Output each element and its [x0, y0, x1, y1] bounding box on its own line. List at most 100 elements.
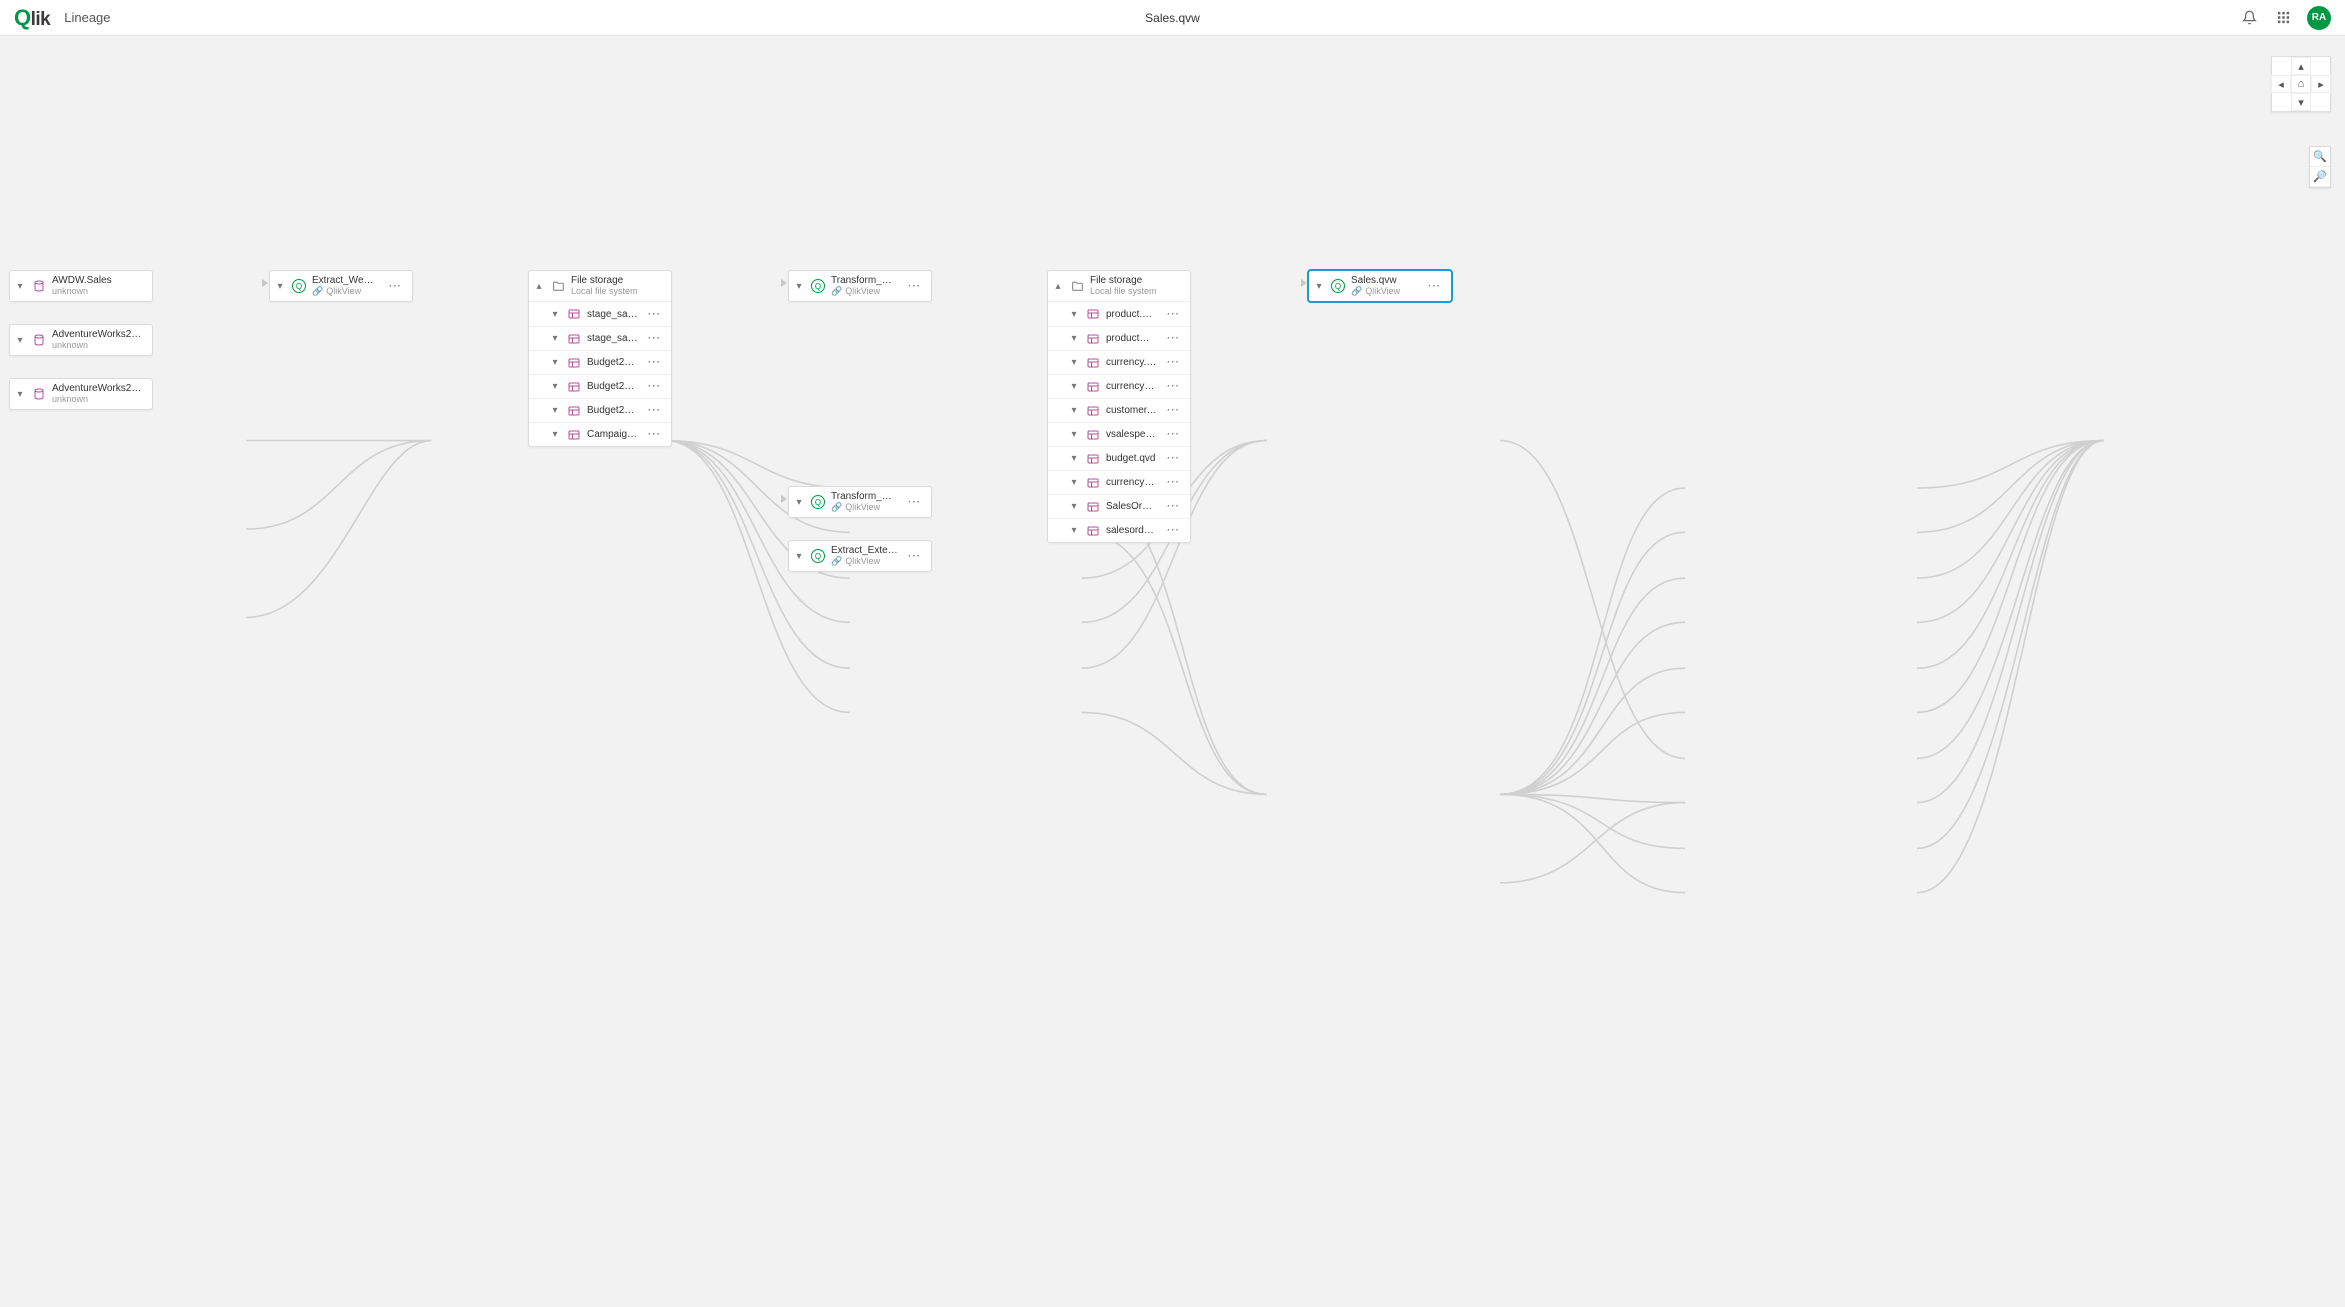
expand-toggle[interactable]: ▾ [1313, 280, 1325, 292]
more-button[interactable]: ··· [1163, 405, 1184, 416]
storage-child-row[interactable]: ▾customer.qvd··· [1048, 398, 1190, 422]
more-button[interactable]: ··· [1163, 477, 1184, 488]
source-node[interactable]: ▾ AdventureWorks2017.Sales unknown [9, 324, 153, 356]
more-button[interactable]: ··· [644, 309, 665, 320]
pan-left-button[interactable]: ◂ [2271, 75, 2291, 93]
storage-child-row[interactable]: ▾ currencyrate.qvd ··· [1048, 470, 1190, 494]
more-button[interactable]: ··· [1163, 501, 1184, 512]
pan-home-button[interactable]: ⌂ [2291, 75, 2311, 93]
storage-child-row[interactable]: ▾currencyrate.qvd··· [1048, 374, 1190, 398]
node-title: File storage [571, 275, 665, 286]
dataset-icon [1086, 307, 1100, 321]
storage-child-row[interactable]: ▾ Budget2013.xlsx ··· [529, 374, 671, 398]
expand-toggle[interactable]: ▾ [1068, 429, 1080, 441]
grid-icon[interactable] [2273, 8, 2293, 28]
app-node[interactable]: ▾ Q Extract_Weekly.qvw 🔗QlikView ··· [269, 270, 413, 302]
target-node[interactable]: ▾ Q Sales.qvw 🔗QlikView ··· [1308, 270, 1452, 302]
expand-toggle[interactable]: ▾ [1068, 357, 1080, 369]
dataset-icon [1086, 356, 1100, 370]
expand-toggle[interactable]: ▾ [793, 550, 805, 562]
storage-child-row[interactable]: ▾stage_salesorderhead…··· [529, 326, 671, 350]
expand-toggle[interactable]: ▾ [549, 429, 561, 441]
expand-toggle[interactable]: ▾ [14, 388, 26, 400]
more-button[interactable]: ··· [1163, 381, 1184, 392]
expand-toggle[interactable]: ▾ [14, 280, 26, 292]
more-button[interactable]: ··· [1163, 309, 1184, 320]
child-label: SalesOrderDetail_202… [1106, 501, 1157, 512]
expand-toggle[interactable]: ▾ [793, 496, 805, 508]
storage-child-row[interactable]: ▾product.qvd··· [1048, 302, 1190, 326]
storage-child-row[interactable]: ▾salesorderdetail.qvd··· [1048, 518, 1190, 542]
qlik-app-icon: Q [811, 495, 825, 509]
more-button[interactable]: ··· [644, 357, 665, 368]
expand-toggle[interactable]: ▾ [549, 405, 561, 417]
pan-down-button[interactable]: ▾ [2291, 93, 2311, 111]
collapse-toggle[interactable]: ▴ [1052, 280, 1064, 292]
storage-child-row[interactable]: ▾vsalesperson.qvd··· [1048, 422, 1190, 446]
child-label: budget.qvd [1106, 453, 1157, 464]
more-button[interactable]: ··· [904, 281, 925, 292]
expand-toggle[interactable]: ▾ [1068, 405, 1080, 417]
more-button[interactable]: ··· [1163, 453, 1184, 464]
qlik-app-icon: Q [1331, 279, 1345, 293]
more-button[interactable]: ··· [1163, 333, 1184, 344]
app-node[interactable]: ▾ Q Transform_Sales.qvw 🔗QlikView ··· [788, 486, 932, 518]
more-button[interactable]: ··· [644, 381, 665, 392]
storage-node[interactable]: ▴ File storage Local file system ▾produc… [1047, 270, 1191, 543]
node-subtitle: 🔗QlikView [831, 502, 898, 513]
expand-toggle[interactable]: ▾ [1068, 308, 1080, 320]
expand-toggle[interactable]: ▾ [549, 308, 561, 320]
expand-toggle[interactable]: ▾ [1068, 525, 1080, 537]
storage-child-row[interactable]: ▾productmodel.qvd··· [1048, 326, 1190, 350]
dataset-icon [1086, 452, 1100, 466]
more-button[interactable]: ··· [1163, 525, 1184, 536]
storage-child-row[interactable]: ▾ budget.qvd ··· [1048, 446, 1190, 470]
storage-child-row[interactable]: ▾Budget2014.xlsx··· [529, 398, 671, 422]
expand-toggle[interactable]: ▾ [549, 381, 561, 393]
more-button[interactable]: ··· [1163, 357, 1184, 368]
pan-right-button[interactable]: ▸ [2311, 75, 2331, 93]
expand-toggle[interactable]: ▾ [793, 280, 805, 292]
dataset-icon [1086, 332, 1100, 346]
storage-child-row[interactable]: ▾stage_salesorderdetail…··· [529, 302, 671, 326]
avatar[interactable]: RA [2307, 6, 2331, 30]
dataset-icon [567, 332, 581, 346]
child-label: Budget2013.xlsx [587, 381, 638, 392]
expand-toggle[interactable]: ▾ [1068, 333, 1080, 345]
lineage-canvas[interactable]: ▴ ◂ ⌂ ▸ ▾ 🔍 🔎 [0, 36, 2345, 1307]
zoom-in-button[interactable]: 🔍 [2310, 147, 2330, 167]
app-node[interactable]: ▾ Q Transform_Budget.qvw 🔗QlikView ··· [788, 270, 932, 302]
expand-toggle[interactable]: ▾ [1068, 453, 1080, 465]
storage-child-row[interactable]: ▾Campaign.xlsx··· [529, 422, 671, 446]
more-button[interactable]: ··· [644, 405, 665, 416]
storage-node[interactable]: ▴ File storage Local file system ▾stage_… [528, 270, 672, 447]
pan-up-button[interactable]: ▴ [2291, 57, 2311, 75]
expand-toggle[interactable]: ▾ [1068, 381, 1080, 393]
more-button[interactable]: ··· [644, 333, 665, 344]
more-button[interactable]: ··· [644, 429, 665, 440]
node-subtitle: Local file system [1090, 286, 1184, 297]
expand-toggle[interactable]: ▾ [549, 357, 561, 369]
collapse-toggle[interactable]: ▴ [533, 280, 545, 292]
lineage-links [0, 36, 2345, 1307]
expand-toggle[interactable]: ▾ [1068, 501, 1080, 513]
bell-icon[interactable] [2239, 8, 2259, 28]
expand-toggle[interactable]: ▾ [14, 334, 26, 346]
node-subtitle: 🔗QlikView [831, 286, 898, 297]
expand-toggle[interactable]: ▾ [549, 333, 561, 345]
app-node[interactable]: ▾ Q Extract_External.qvw 🔗QlikView ··· [788, 540, 932, 572]
more-button[interactable]: ··· [1163, 429, 1184, 440]
storage-child-row[interactable]: ▾currency.qvd··· [1048, 350, 1190, 374]
source-node[interactable]: ▾ AWDW.Sales unknown [9, 270, 153, 302]
more-button[interactable]: ··· [904, 551, 925, 562]
expand-toggle[interactable]: ▾ [274, 280, 286, 292]
more-button[interactable]: ··· [1424, 281, 1445, 292]
more-button[interactable]: ··· [385, 281, 406, 292]
source-node[interactable]: ▾ AdventureWorks2017.Produ… unknown [9, 378, 153, 410]
expand-toggle[interactable]: ▾ [1068, 477, 1080, 489]
storage-child-row[interactable]: ▾Budget2012.xlsx··· [529, 350, 671, 374]
more-button[interactable]: ··· [904, 497, 925, 508]
storage-child-row[interactable]: ▾ SalesOrderDetail_202… ··· [1048, 494, 1190, 518]
child-label: currencyrate.qvd [1106, 477, 1157, 488]
zoom-out-button[interactable]: 🔎 [2310, 167, 2330, 187]
